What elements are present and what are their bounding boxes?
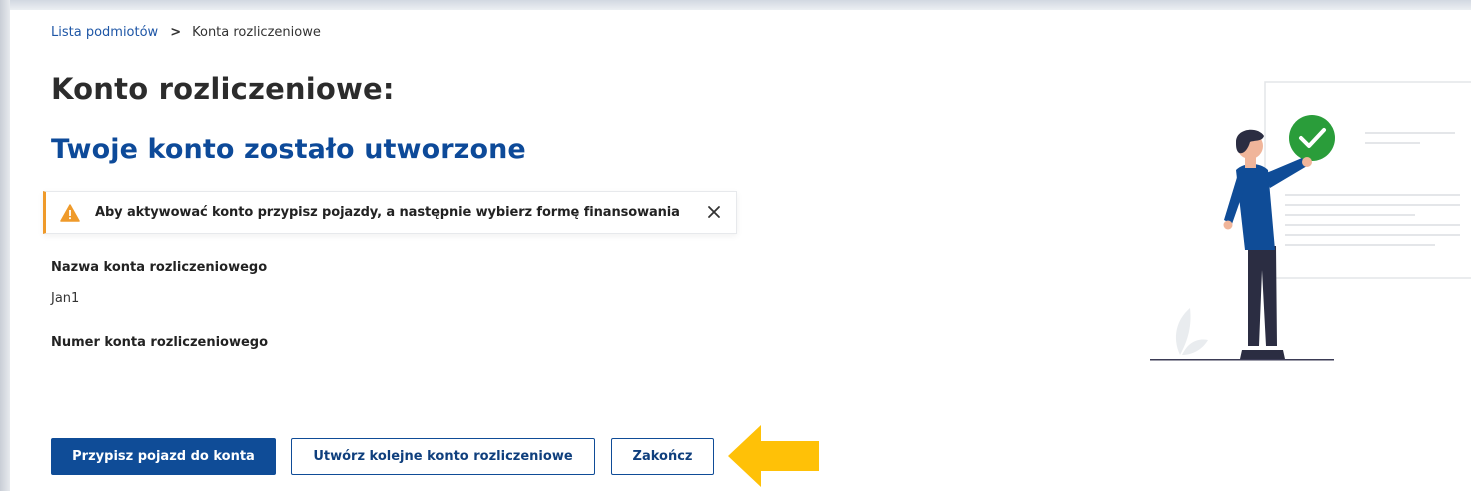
window-left-edge: [0, 0, 10, 491]
account-name-value: Jan1: [51, 291, 80, 306]
warning-icon: [60, 203, 80, 222]
breadcrumb: Lista podmiotów > Konta rozliczeniowe: [51, 25, 321, 41]
window-top-bar: [0, 0, 1471, 10]
assign-vehicle-button[interactable]: Przypisz pojazd do konta: [51, 438, 276, 475]
breadcrumb-link-entity-list[interactable]: Lista podmiotów: [51, 25, 158, 41]
check-circle-icon: [1289, 115, 1335, 161]
finish-button[interactable]: Zakończ: [611, 438, 714, 475]
create-another-account-button[interactable]: Utwórz kolejne konto rozliczeniowe: [291, 438, 595, 475]
breadcrumb-separator: >: [170, 25, 182, 40]
account-name-label: Nazwa konta rozliczeniowego: [51, 260, 268, 275]
breadcrumb-current: Konta rozliczeniowe: [192, 25, 321, 40]
account-number-label: Numer konta rozliczeniowego: [51, 335, 269, 350]
success-illustration: [1150, 81, 1471, 361]
warning-alert: Aby aktywować konto przypisz pojazdy, a …: [43, 191, 737, 234]
document-card: [1264, 81, 1471, 279]
annotation-arrow-icon: [728, 425, 819, 487]
page-title: Konto rozliczeniowe:: [51, 72, 395, 106]
alert-message: Aby aktywować konto przypisz pojazdy, a …: [95, 205, 680, 220]
close-icon[interactable]: [704, 202, 724, 222]
success-heading: Twoje konto zostało utworzone: [51, 134, 526, 165]
